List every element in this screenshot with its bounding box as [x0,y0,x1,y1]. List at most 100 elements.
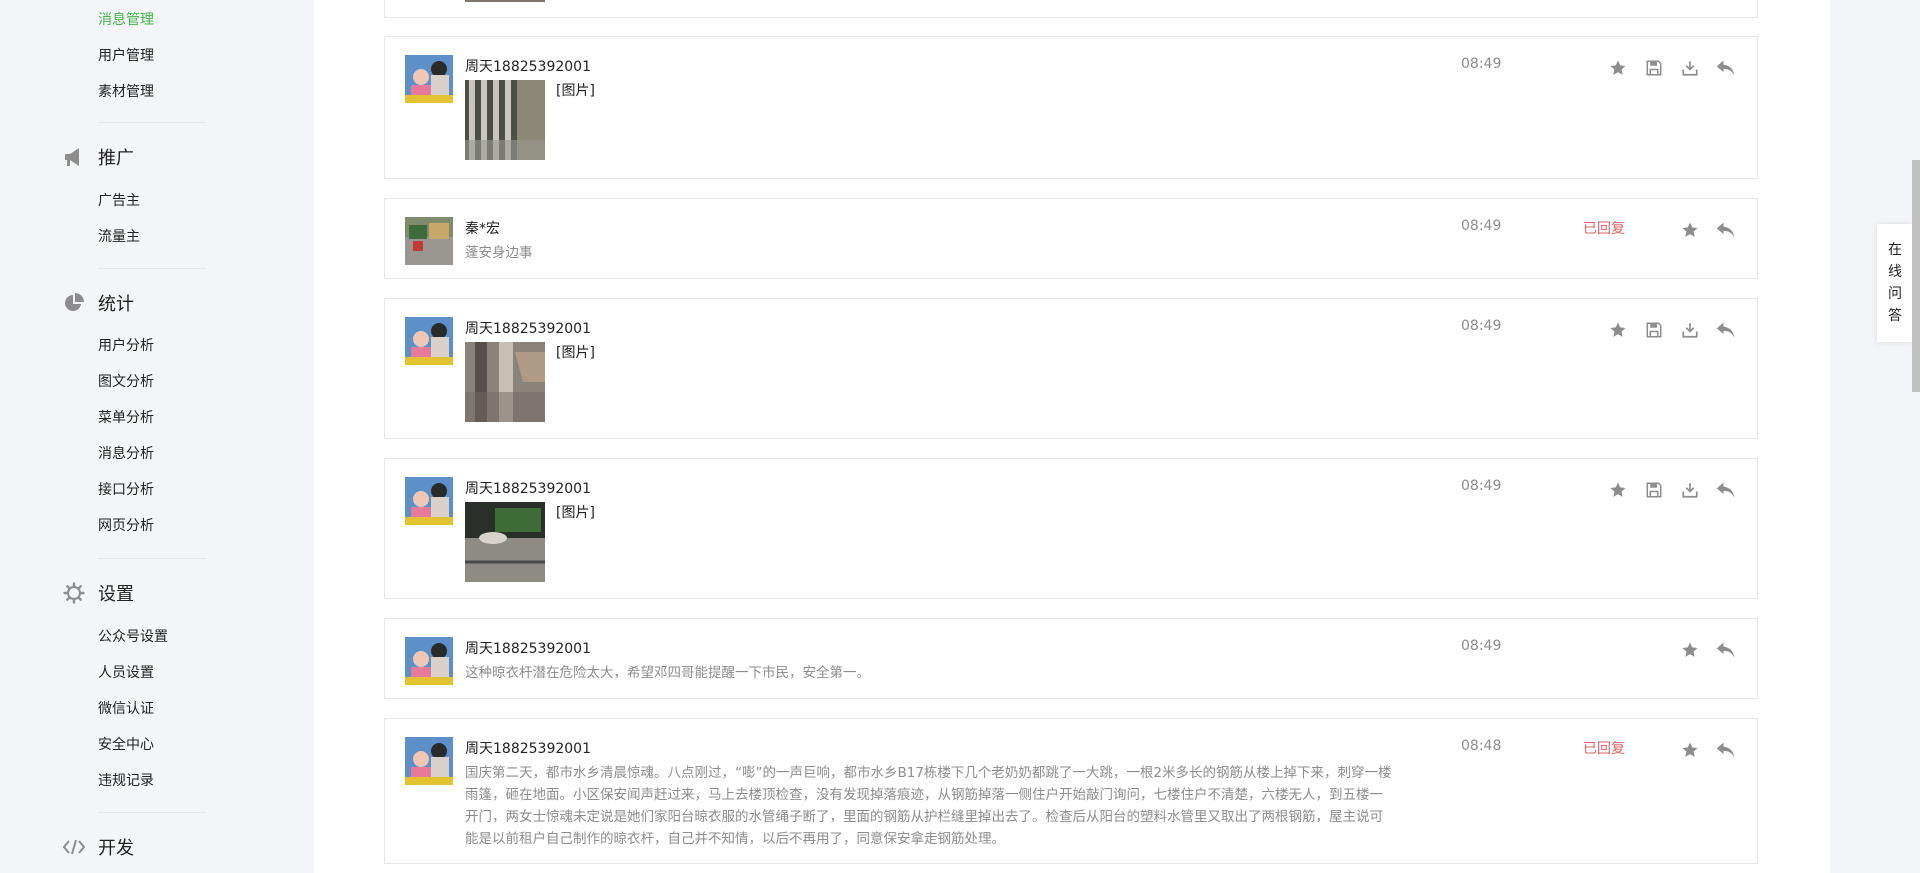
image-thumbnail[interactable] [465,342,545,422]
message-time: 08:49 [1461,638,1502,654]
sidebar-item-user-management[interactable]: 用户管理 [98,45,154,65]
nav-group-label: 设置 [98,584,134,605]
reply-icon[interactable] [1713,317,1739,343]
replied-status: 已回复 [1583,741,1625,757]
nav-group-statistics[interactable]: 统计 [62,288,134,318]
nav-group-settings[interactable]: 设置 [62,578,134,608]
download-icon[interactable] [1677,477,1703,503]
save-material-icon[interactable] [1641,477,1667,503]
download-icon[interactable] [1677,317,1703,343]
message-time: 08:49 [1461,318,1502,334]
sidebar-item-staff-settings[interactable]: 人员设置 [98,662,154,682]
sidebar-item-publisher[interactable]: 流量主 [98,226,140,246]
message-time: 08:48 [1461,738,1502,754]
sidebar-item-user-analysis[interactable]: 用户分析 [98,335,154,355]
sender-name[interactable]: 秦*宏 [465,218,500,238]
message-item: 周天18825392001 国庆第二天，都市水乡清晨惊魂。八点刚过，“嘭”的一声… [384,718,1758,864]
reply-icon[interactable] [1713,737,1739,763]
message-text: 这种晾衣杆潜在危险太大，希望邓四哥能提醒一下市民，安全第一。 [465,665,870,681]
avatar[interactable] [405,217,453,265]
sender-name[interactable]: 周天18825392001 [465,56,591,76]
sidebar-item-security-center[interactable]: 安全中心 [98,734,154,754]
avatar[interactable] [405,55,453,103]
message-actions [1605,55,1739,81]
message-actions [1677,217,1739,243]
message-actions [1605,477,1739,503]
sidebar-item-violation-records[interactable]: 违规记录 [98,770,154,790]
sender-name[interactable]: 周天18825392001 [465,478,591,498]
gear-icon [62,581,86,605]
reply-icon[interactable] [1713,477,1739,503]
star-icon[interactable] [1677,737,1703,763]
megaphone-icon [62,145,86,169]
star-icon[interactable] [1605,317,1631,343]
sidebar-item-article-analysis[interactable]: 图文分析 [98,371,154,391]
avatar[interactable] [405,637,453,685]
message-actions [1677,737,1739,763]
message-list: 周天18825392001 [图片] 08:49 秦*宏 蓬安身边事 08:49… [314,0,1830,873]
message-text: 国庆第二天，都市水乡清晨惊魂。八点刚过，“嘭”的一声巨响，都市水乡B17栋楼下几… [465,765,1392,847]
online-qa-char: 问 [1888,286,1902,302]
image-label: [图片] [556,505,595,521]
image-thumbnail[interactable] [465,0,545,2]
online-qa-char: 在 [1888,242,1902,258]
star-icon[interactable] [1677,217,1703,243]
nav-divider [98,122,206,123]
message-actions [1677,637,1739,663]
sidebar-item-wechat-verification[interactable]: 微信认证 [98,698,154,718]
sidebar-item-advertiser[interactable]: 广告主 [98,190,140,210]
sender-name[interactable]: 周天18825392001 [465,318,591,338]
image-thumbnail[interactable] [465,80,545,160]
sidebar-item-api-analysis[interactable]: 接口分析 [98,479,154,499]
message-item: 周天18825392001 [图片] 08:49 [384,298,1758,439]
message-item: 周天18825392001 [图片] 08:49 [384,458,1758,599]
nav-group-promotion[interactable]: 推广 [62,142,134,172]
online-qa-char: 线 [1888,264,1902,280]
sidebar: 消息管理 用户管理 素材管理 推广 广告主 流量主 统计 用户分析 图文分析 菜… [0,0,314,873]
sidebar-item-webpage-analysis[interactable]: 网页分析 [98,515,154,535]
message-time: 08:49 [1461,218,1502,234]
sidebar-item-material-management[interactable]: 素材管理 [98,81,154,101]
message-item: 秦*宏 蓬安身边事 08:49 已回复 [384,198,1758,279]
message-item: 周天18825392001 [图片] 08:49 [384,36,1758,179]
image-thumbnail[interactable] [465,502,545,582]
save-material-icon[interactable] [1641,317,1667,343]
nav-divider [98,558,206,559]
message-time: 08:49 [1461,478,1502,494]
star-icon[interactable] [1605,477,1631,503]
online-qa-button[interactable]: 在 线 问 答 [1877,224,1913,342]
replied-status: 已回复 [1583,221,1625,237]
nav-group-label: 推广 [98,148,134,169]
nav-group-label: 统计 [98,294,134,315]
code-icon [62,835,86,859]
avatar[interactable] [405,317,453,365]
reply-icon[interactable] [1713,55,1739,81]
message-text: 蓬安身边事 [465,245,533,261]
sender-name[interactable]: 周天18825392001 [465,738,591,758]
scrollbar-thumb[interactable] [1912,160,1920,392]
sidebar-item-menu-analysis[interactable]: 菜单分析 [98,407,154,427]
nav-group-label: 开发 [98,838,134,859]
avatar[interactable] [405,737,453,785]
save-material-icon[interactable] [1641,55,1667,81]
image-label: [图片] [556,345,595,361]
sidebar-item-message-management[interactable]: 消息管理 [98,9,154,29]
sidebar-item-message-analysis[interactable]: 消息分析 [98,443,154,463]
reply-icon[interactable] [1713,217,1739,243]
online-qa-char: 答 [1888,308,1902,324]
sidebar-item-account-settings[interactable]: 公众号设置 [98,626,168,646]
download-icon[interactable] [1677,55,1703,81]
pie-chart-icon [62,291,86,315]
image-label: [图片] [556,83,595,99]
star-icon[interactable] [1605,55,1631,81]
reply-icon[interactable] [1713,637,1739,663]
avatar[interactable] [405,477,453,525]
nav-divider [98,812,206,813]
message-item-partial [384,0,1758,18]
sender-name[interactable]: 周天18825392001 [465,638,591,658]
message-actions [1605,317,1739,343]
nav-group-development[interactable]: 开发 [62,832,134,862]
message-item: 周天18825392001 这种晾衣杆潜在危险太大，希望邓四哥能提醒一下市民，安… [384,618,1758,699]
message-time: 08:49 [1461,56,1502,72]
star-icon[interactable] [1677,637,1703,663]
